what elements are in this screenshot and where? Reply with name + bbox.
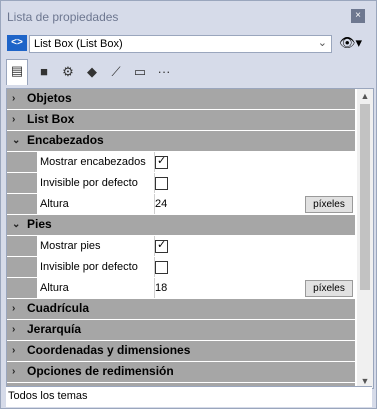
property-grid: › Objetos › List Box ⌄ Encabezados Mostrar enc… xyxy=(6,88,374,389)
row-gutter xyxy=(7,257,37,277)
chevron-right-icon[interactable]: › xyxy=(12,362,15,381)
property-row[interactable]: Invisible por defecto xyxy=(7,257,355,278)
property-name: Mostrar encabezados xyxy=(37,152,155,172)
list-icon[interactable]: ▤ xyxy=(6,59,28,85)
monitor-icon[interactable]: ▭ xyxy=(130,61,150,83)
object-selector-dropdown[interactable]: List Box (List Box) ⌄ xyxy=(29,35,332,53)
unit-button[interactable]: píxeles xyxy=(305,280,353,297)
category-header[interactable]: › Opciones de redimensión xyxy=(7,362,355,383)
close-icon[interactable]: × xyxy=(351,9,365,23)
category-label: List Box xyxy=(27,112,75,126)
chevron-down-icon[interactable]: ⌄ xyxy=(12,131,20,150)
category-tabstrip: ▤ ■ ⚙ ◆ ⟋ ▭ ··· xyxy=(6,59,371,85)
category-header[interactable]: › Coordenadas y dimensiones xyxy=(7,341,355,362)
chevron-right-icon[interactable]: › xyxy=(12,89,15,108)
chevron-down-icon[interactable]: ⌄ xyxy=(12,215,20,234)
checkmark-icon: ✓ xyxy=(157,239,167,251)
category-label: Opciones de redimensión xyxy=(27,364,174,378)
property-name: Altura xyxy=(37,194,155,214)
chevron-right-icon[interactable]: › xyxy=(12,110,15,129)
row-gutter xyxy=(7,194,37,214)
unit-button[interactable]: píxeles xyxy=(305,196,353,213)
category-header[interactable]: ⌄ Pies xyxy=(7,215,355,236)
listbox-object-icon: <> xyxy=(7,35,27,51)
property-list-window: Lista de propiedades × <> List Box (List… xyxy=(0,0,377,409)
category-label: Cuadrícula xyxy=(27,301,90,315)
category-header[interactable]: › List Box xyxy=(7,110,355,131)
scroll-up-icon[interactable]: ▲ xyxy=(357,89,373,103)
row-gutter xyxy=(7,278,37,298)
footer-label: Todos los temas xyxy=(8,390,88,402)
category-label: Jerarquía xyxy=(27,322,82,336)
property-row[interactable]: Altura 18 píxeles xyxy=(7,278,355,299)
property-row[interactable]: Altura 24 píxeles xyxy=(7,194,355,215)
property-checkbox[interactable] xyxy=(155,261,168,274)
category-header[interactable]: › Objetos xyxy=(7,89,355,110)
vertical-scrollbar[interactable]: ▲ ▼ xyxy=(357,89,373,388)
book-icon[interactable]: ■ xyxy=(34,61,54,83)
property-checkbox[interactable]: ✓ xyxy=(155,155,168,169)
property-row[interactable]: Mostrar encabezados ✓ xyxy=(7,152,355,173)
more-icon[interactable]: ··· xyxy=(154,61,174,83)
property-value[interactable]: 24 xyxy=(155,194,167,214)
property-checkbox[interactable]: ✓ xyxy=(155,239,168,253)
property-checkbox[interactable] xyxy=(155,177,168,190)
eye-icon[interactable]: 👁▾ xyxy=(339,35,367,51)
property-value-cell[interactable] xyxy=(155,257,355,277)
window-title: Lista de propiedades xyxy=(7,10,119,24)
gear-icon[interactable]: ⚙ xyxy=(58,61,78,83)
chevron-right-icon[interactable]: › xyxy=(12,341,15,360)
checkmark-icon: ✓ xyxy=(157,155,167,167)
property-name: Altura xyxy=(37,278,155,298)
category-label: Objetos xyxy=(27,91,72,105)
chevron-right-icon[interactable]: › xyxy=(12,320,15,339)
property-rows: › Objetos › List Box ⌄ Encabezados Mostrar enc… xyxy=(7,89,355,388)
property-value-cell[interactable] xyxy=(155,152,355,172)
shapes-icon[interactable]: ◆ xyxy=(82,61,102,83)
property-value-cell[interactable] xyxy=(155,173,355,193)
object-selector-row: <> List Box (List Box) ⌄ 👁▾ xyxy=(7,35,369,55)
category-header[interactable]: › Cuadrícula xyxy=(7,299,355,320)
category-label: Coordenadas y dimensiones xyxy=(27,343,191,357)
scroll-thumb[interactable] xyxy=(360,104,370,290)
category-header[interactable]: ⌄ Encabezados xyxy=(7,131,355,152)
property-value[interactable]: 18 xyxy=(155,278,167,298)
row-gutter xyxy=(7,152,37,172)
theme-filter-footer[interactable]: Todos los temas xyxy=(6,386,372,407)
property-row[interactable]: Mostrar pies ✓ xyxy=(7,236,355,257)
category-label: Encabezados xyxy=(27,133,104,147)
chevron-right-icon[interactable]: › xyxy=(12,299,15,318)
category-header[interactable]: › Jerarquía xyxy=(7,320,355,341)
property-value-cell[interactable] xyxy=(155,236,355,256)
category-label: Pies xyxy=(27,217,52,231)
row-gutter xyxy=(7,236,37,256)
property-name: Invisible por defecto xyxy=(37,173,155,193)
title-bar: Lista de propiedades × xyxy=(1,1,376,31)
object-selector-value: List Box (List Box) xyxy=(34,38,123,50)
property-name: Invisible por defecto xyxy=(37,257,155,277)
row-gutter xyxy=(7,173,37,193)
property-row[interactable]: Invisible por defecto xyxy=(7,173,355,194)
chart-icon[interactable]: ⟋ xyxy=(106,61,126,83)
chevron-down-icon[interactable]: ⌄ xyxy=(318,36,327,49)
property-name: Mostrar pies xyxy=(37,236,155,256)
